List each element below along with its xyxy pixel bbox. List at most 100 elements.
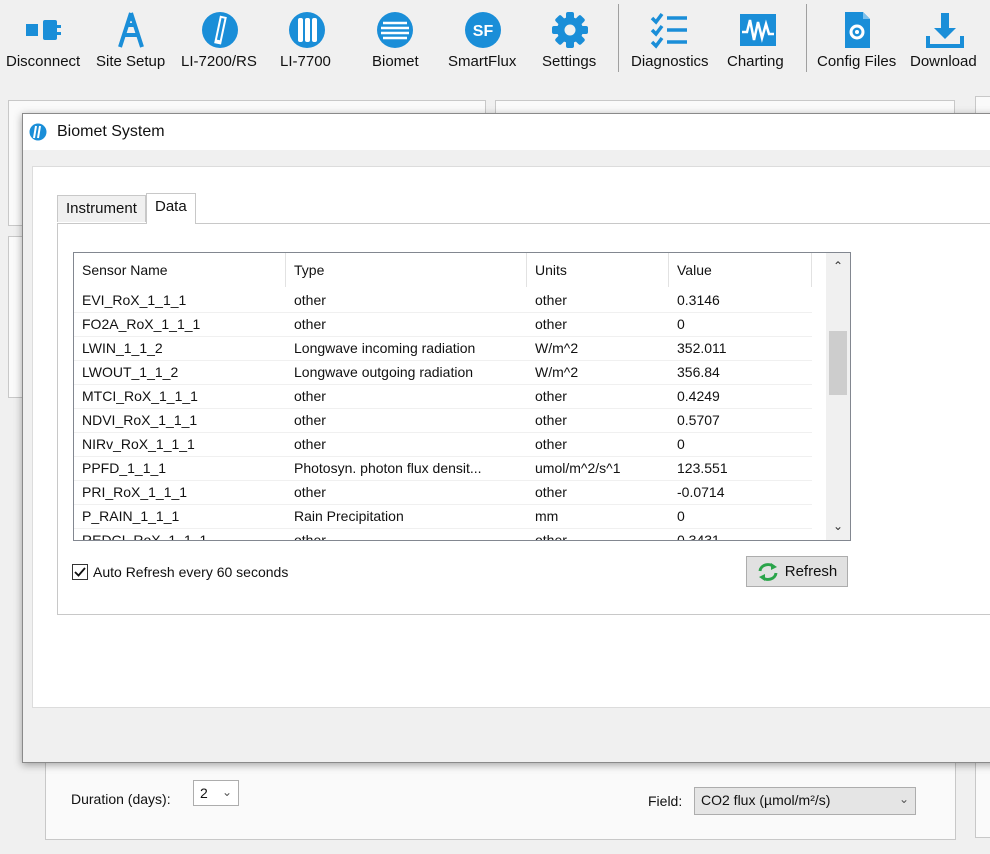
sensor-name-cell: NIRv_RoX_1_1_1	[82, 436, 195, 452]
type-cell: Longwave incoming radiation	[294, 340, 476, 356]
config-files-label: Config Files	[817, 53, 897, 70]
tab-instrument[interactable]: Instrument	[57, 195, 146, 222]
waveform-icon	[738, 10, 778, 50]
scroll-thumb[interactable]	[829, 331, 847, 395]
type-cell: Longwave outgoing radiation	[294, 364, 474, 380]
table-row[interactable]: EVI_RoX_1_1_1 other other 0.3146	[74, 288, 812, 313]
dialog-titlebar[interactable]: Biomet System	[23, 114, 990, 150]
tab-data[interactable]: Data	[146, 193, 196, 224]
disconnect-icon	[23, 10, 63, 50]
units-cell: other	[535, 436, 567, 452]
dialog-title: Biomet System	[57, 123, 165, 140]
field-value: CO2 flux (µmol/m²/s)	[701, 792, 831, 808]
table-row[interactable]: NIRv_RoX_1_1_1 other other 0	[74, 432, 812, 457]
svg-text:SF: SF	[473, 23, 494, 40]
site-setup-button[interactable]: Site Setup	[88, 0, 174, 76]
li7200-button[interactable]: LI-7200/RS	[176, 0, 264, 76]
diagnostics-label: Diagnostics	[631, 53, 709, 70]
auto-refresh-label: Auto Refresh every 60 seconds	[93, 564, 289, 580]
table-row[interactable]: MTCI_RoX_1_1_1 other other 0.4249	[74, 384, 812, 409]
refresh-icon	[758, 562, 778, 581]
disconnect-button[interactable]: Disconnect	[0, 0, 86, 76]
sensor-name-cell: LWOUT_1_1_2	[82, 364, 179, 380]
type-cell: other	[294, 436, 326, 452]
table-row[interactable]: FO2A_RoX_1_1_1 other other 0	[74, 312, 812, 337]
auto-refresh-checkbox-row[interactable]: Auto Refresh every 60 seconds	[72, 562, 288, 582]
type-cell: other	[294, 316, 326, 332]
column-header-sensor-name[interactable]: Sensor Name	[74, 253, 286, 287]
table-row[interactable]: LWOUT_1_1_2 Longwave outgoing radiation W/…	[74, 360, 812, 385]
li7700-button[interactable]: LI-7700	[266, 0, 348, 76]
table-scrollbar[interactable]: ⌃ ⌄	[826, 253, 850, 540]
dialog-content: Instrument Data Sensor Name Type Units V…	[32, 166, 990, 708]
table-row[interactable]: PPFD_1_1_1 Photosyn. photon flux densit..…	[74, 456, 812, 481]
units-cell: other	[535, 388, 567, 404]
units-cell: other	[535, 532, 567, 540]
type-cell: Photosyn. photon flux densit...	[294, 460, 482, 476]
type-cell: other	[294, 532, 326, 540]
value-cell: 0.5707	[677, 412, 720, 428]
table-body: EVI_RoX_1_1_1 other other 0.3146 FO2A_RoX_1_…	[74, 288, 812, 540]
download-icon	[925, 10, 965, 50]
duration-select[interactable]: 2 ⌄	[193, 780, 239, 806]
duration-label: Duration (days):	[71, 791, 171, 807]
sensor-name-cell: PRI_RoX_1_1_1	[82, 484, 188, 500]
sensor-name-cell: MTCI_RoX_1_1_1	[82, 388, 198, 404]
charting-button[interactable]: Charting	[716, 0, 800, 76]
settings-label: Settings	[542, 53, 597, 70]
table-row[interactable]: LWIN_1_1_2 Longwave incoming radiation W/m…	[74, 336, 812, 361]
table-row[interactable]: REDCI_RoX_1_1_1 other other 0.3431	[74, 528, 812, 540]
refresh-label: Refresh	[784, 563, 838, 580]
value-cell: -0.0714	[677, 484, 725, 500]
units-cell: other	[535, 484, 567, 500]
refresh-button[interactable]: Refresh	[746, 556, 848, 587]
biomet-label: Biomet	[372, 53, 419, 70]
li7200-label: LI-7200/RS	[181, 53, 257, 70]
biomet-system-dialog: Biomet System Instrument Data Sensor Nam…	[22, 113, 990, 763]
type-cell: other	[294, 412, 326, 428]
column-header-type[interactable]: Type	[286, 253, 527, 287]
units-cell: umol/m^2/s^1	[535, 460, 621, 476]
biomet-button[interactable]: Biomet	[352, 0, 438, 76]
value-cell: 0	[677, 508, 685, 524]
disconnect-label: Disconnect	[6, 53, 81, 70]
diagnostics-button[interactable]: Diagnostics	[624, 0, 714, 76]
type-cell: other	[294, 388, 326, 404]
li7200-icon	[200, 10, 240, 50]
settings-button[interactable]: Settings	[528, 0, 612, 76]
value-cell: 0	[677, 436, 685, 452]
field-label: Field:	[648, 793, 683, 809]
field-select[interactable]: CO2 flux (µmol/m²/s) ⌄	[694, 787, 916, 815]
column-header-value[interactable]: Value	[669, 253, 812, 287]
table-row[interactable]: NDVI_RoX_1_1_1 other other 0.5707	[74, 408, 812, 433]
config-files-button[interactable]: Config Files	[812, 0, 902, 76]
column-header-units[interactable]: Units	[527, 253, 669, 287]
units-cell: W/m^2	[535, 364, 579, 380]
table-row[interactable]: P_RAIN_1_1_1 Rain Precipitation mm 0	[74, 504, 812, 529]
sensor-name-cell: LWIN_1_1_2	[82, 340, 163, 356]
sensor-name-cell: PPFD_1_1_1	[82, 460, 167, 476]
smartflux-button[interactable]: SF SmartFlux	[440, 0, 526, 76]
scroll-up-icon[interactable]: ⌃	[826, 255, 850, 277]
table-row[interactable]: PRI_RoX_1_1_1 other other -0.0714	[74, 480, 812, 505]
sensor-table: Sensor Name Type Units Value EVI_RoX_1_1…	[73, 252, 851, 541]
charting-label: Charting	[727, 53, 784, 70]
site-setup-label: Site Setup	[96, 53, 166, 70]
chevron-down-icon: ⌄	[221, 785, 232, 799]
checklist-icon	[649, 10, 689, 50]
auto-refresh-checkbox[interactable]	[72, 564, 88, 580]
units-cell: other	[535, 316, 567, 332]
sensor-name-cell: P_RAIN_1_1_1	[82, 508, 180, 524]
sensor-name-cell: REDCI_RoX_1_1_1	[82, 532, 208, 540]
sensor-name-cell: FO2A_RoX_1_1_1	[82, 316, 201, 332]
gear-icon	[550, 10, 590, 50]
smartflux-icon: SF	[463, 10, 503, 50]
scroll-down-icon[interactable]: ⌄	[826, 515, 850, 537]
duration-value: 2	[200, 785, 208, 801]
table-header: Sensor Name Type Units Value	[74, 253, 812, 287]
download-button[interactable]: Download	[904, 0, 986, 76]
value-cell: 0.4249	[677, 388, 720, 404]
value-cell: 0.3431	[677, 532, 720, 540]
value-cell: 0	[677, 316, 685, 332]
chevron-down-icon: ⌄	[898, 792, 909, 806]
